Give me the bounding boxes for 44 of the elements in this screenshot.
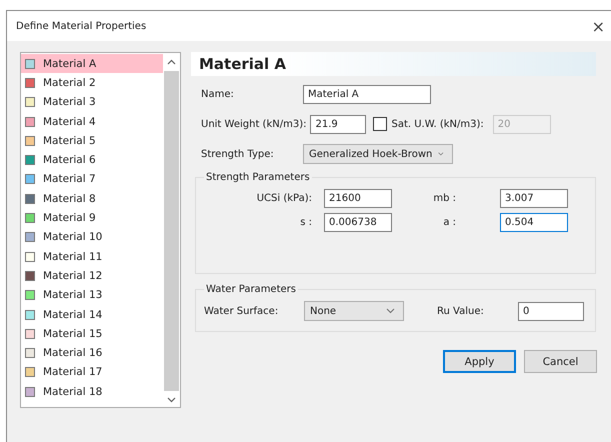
material-item[interactable]: Material 16 (21, 343, 163, 363)
material-item[interactable]: Material 5 (21, 131, 163, 150)
water-surface-dropdown[interactable]: None (304, 301, 404, 321)
field-label: Ru Value: (437, 306, 485, 316)
parameter-field[interactable]: 3.007 (500, 189, 568, 208)
material-heading: Material A (191, 52, 596, 76)
material-item[interactable]: Material 10 (21, 228, 163, 247)
material-item[interactable]: Material 6 (21, 150, 163, 170)
material-item[interactable]: Material A (21, 54, 163, 74)
material-item[interactable]: Material 2 (21, 73, 163, 93)
field-label: Name: (201, 88, 235, 100)
field-label: s : (299, 217, 313, 228)
material-item[interactable]: Material 11 (21, 246, 163, 266)
checkbox-label: Sat. U.W. (kN/m3): (391, 118, 484, 130)
dialog-button[interactable]: Cancel (524, 350, 597, 373)
parameter-field[interactable]: 0.504 (500, 213, 568, 232)
window-title: Define Material Properties (16, 20, 146, 32)
parameter-field[interactable]: 21600 (324, 189, 392, 208)
close-button[interactable]: × (586, 16, 611, 36)
field-label: mb : (432, 193, 457, 204)
material-item[interactable]: Material 8 (21, 189, 163, 208)
field-label: Strength Type: (201, 148, 275, 160)
material-item[interactable]: Material 14 (21, 304, 163, 324)
dialog-button[interactable]: Apply (443, 350, 516, 373)
strength-type-dropdown[interactable]: Generalized Hoek-Brown (303, 144, 453, 164)
field-label: Unit Weight (kN/m3): (201, 118, 306, 130)
material-item[interactable]: Material 4 (21, 112, 163, 132)
material-item[interactable]: Material 12 (21, 266, 163, 286)
field-label: UCSi (kPa): (256, 193, 313, 204)
group-title: Strength Parameters (205, 172, 311, 183)
group-title: Water Parameters (205, 284, 297, 295)
name-field[interactable]: Material A (303, 84, 431, 104)
material-item[interactable]: Material 17 (21, 362, 163, 382)
material-item[interactable]: Material 3 (21, 92, 163, 112)
material-item[interactable]: Material 15 (21, 324, 163, 344)
unit-weight-field[interactable]: 21.9 (310, 114, 366, 134)
field-label: Water Surface: (204, 306, 280, 316)
material-item[interactable]: Material 13 (21, 286, 163, 305)
material-item[interactable]: Material 18 (21, 382, 163, 402)
parameter-field[interactable]: 0.006738 (324, 213, 392, 232)
field-label: a : (442, 217, 457, 228)
ru-value-field[interactable]: 0 (518, 302, 584, 320)
material-item[interactable]: Material 9 (21, 208, 163, 228)
material-item[interactable]: Material 7 (21, 170, 163, 190)
